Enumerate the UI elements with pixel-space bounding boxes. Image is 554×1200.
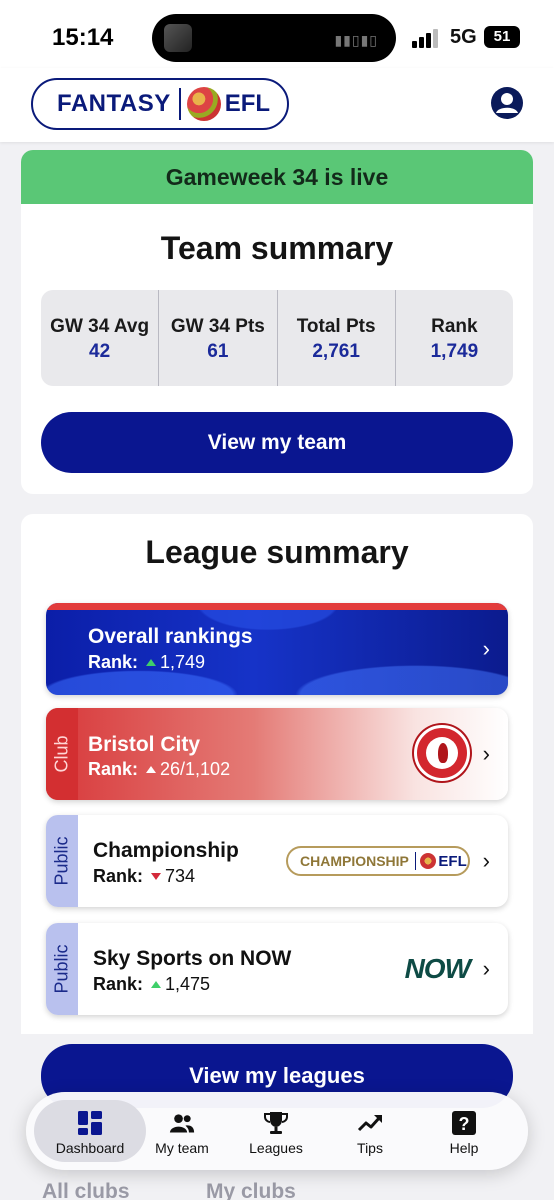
trophy-icon <box>264 1112 288 1134</box>
stat-label: Rank <box>431 316 478 337</box>
people-icon <box>169 1114 195 1133</box>
nav-help[interactable]: ? Help <box>418 1100 510 1162</box>
bottom-nav: Dashboard My team Leagues Tips ? Help <box>26 1092 528 1170</box>
league-name: Bristol City <box>88 733 201 756</box>
stat-rank: Rank 1,749 <box>396 290 513 386</box>
network-type: 5G <box>450 26 477 48</box>
app-header: FANTASY EFL <box>0 68 554 142</box>
league-summary-title: League summary <box>145 534 409 570</box>
league-row-championship[interactable]: Public Championship Rank: 734 CHAMPIONSHI… <box>46 815 508 907</box>
league-name: Championship <box>93 839 239 862</box>
league-tag: Public <box>46 815 78 907</box>
stat-total-pts: Total Pts 2,761 <box>278 290 396 386</box>
chevron-right-icon: › <box>482 848 490 873</box>
stat-gw-pts: GW 34 Pts 61 <box>159 290 278 386</box>
logo-divider <box>178 88 181 120</box>
rank-up-icon <box>146 766 157 773</box>
dashboard-icon <box>78 1111 102 1135</box>
svg-text:?: ? <box>459 1114 470 1134</box>
team-summary-card: Team summary GW 34 Avg 42 GW 34 Pts 61 T… <box>21 204 533 494</box>
stat-gw-avg: GW 34 Avg 42 <box>41 290 160 386</box>
league-rank: Rank: 1,749 <box>88 652 205 673</box>
league-banner-strip <box>46 603 508 610</box>
efl-ball-icon <box>420 853 437 869</box>
fantasy-efl-logo[interactable]: FANTASY EFL <box>31 78 289 130</box>
trend-icon <box>357 1115 382 1132</box>
efl-ball-icon <box>186 87 221 121</box>
audio-wave-icon: ▮▮▯▮▯ <box>334 32 378 48</box>
rank-value: 1,475 <box>165 974 211 994</box>
badge-text: CHAMPIONSHIP <box>300 853 409 869</box>
gameweek-live-banner: Gameweek 34 is live <box>21 150 533 204</box>
stat-value: 42 <box>89 341 111 362</box>
now-playing-thumbnail <box>164 24 192 52</box>
help-icon: ? <box>452 1111 476 1135</box>
league-name: Overall rankings <box>88 625 253 648</box>
rank-value: 734 <box>165 866 196 886</box>
stat-label: GW 34 Pts <box>170 316 265 337</box>
rank-label: Rank: <box>88 759 139 779</box>
rank-down-icon <box>151 873 162 880</box>
nav-label: Leagues <box>249 1140 303 1156</box>
chevron-right-icon: › <box>482 741 490 766</box>
nav-label: Help <box>449 1140 479 1156</box>
league-row-overall[interactable]: Overall rankings Rank: 1,749 › <box>46 603 508 695</box>
league-tag-label: Club <box>51 735 72 773</box>
nav-leagues[interactable]: Leagues <box>230 1100 322 1162</box>
logo-efl-text: EFL <box>224 90 271 117</box>
league-banner-pattern <box>46 603 508 695</box>
rank-up-icon <box>151 981 162 988</box>
league-row-sky-sports[interactable]: Public Sky Sports on NOW Rank: 1,475 NOW … <box>46 923 508 1015</box>
league-rank: Rank: 26/1,102 <box>88 759 230 780</box>
nav-label: Dashboard <box>55 1140 125 1156</box>
rank-label: Rank: <box>88 652 139 672</box>
view-my-team-button[interactable]: View my team <box>41 412 513 473</box>
championship-efl-logo: CHAMPIONSHIP EFL <box>286 846 470 876</box>
bristol-city-crest-icon <box>414 725 470 781</box>
rank-value: 1,749 <box>160 652 206 672</box>
league-row-bristol-city[interactable]: Club Bristol City Rank: 26/1,102 › <box>46 708 508 800</box>
nav-label: My team <box>155 1140 209 1156</box>
battery-icon: 51 <box>484 26 520 48</box>
rank-label: Rank: <box>93 866 144 886</box>
stat-label: Total Pts <box>296 316 376 337</box>
league-tag: Public <box>46 923 78 1015</box>
league-rank: Rank: 734 <box>93 866 195 887</box>
rank-value: 26/1,102 <box>160 759 231 779</box>
now-logo: NOW <box>404 953 471 984</box>
logo-fantasy-text: FANTASY <box>57 90 171 117</box>
league-summary-card: League summary Overall rankings Rank: 1,7… <box>21 514 533 1034</box>
chevron-right-icon: › <box>482 956 490 981</box>
chevron-right-icon: › <box>482 636 490 661</box>
nav-label: Tips <box>357 1140 383 1156</box>
stat-value: 1,749 <box>430 341 479 362</box>
my-clubs-toggle-label[interactable]: My clubs <box>206 1180 296 1200</box>
team-summary-title: Team summary <box>160 230 394 266</box>
status-bar: 15:14 ▮▮▯▮▯ 5G 51 <box>0 0 554 68</box>
badge-efl-text: EFL <box>438 852 467 870</box>
league-tag-label: Public <box>51 836 72 886</box>
rank-up-icon <box>146 659 157 666</box>
rank-label: Rank: <box>93 974 144 994</box>
nav-dashboard[interactable]: Dashboard <box>34 1100 146 1162</box>
league-tag-label: Public <box>51 944 72 994</box>
nav-my-team[interactable]: My team <box>136 1100 228 1162</box>
dynamic-island: ▮▮▯▮▯ <box>152 14 396 62</box>
profile-icon[interactable] <box>490 86 524 120</box>
nav-tips[interactable]: Tips <box>324 1100 416 1162</box>
stat-label: GW 34 Avg <box>50 316 150 337</box>
stat-value: 2,761 <box>312 341 360 362</box>
league-rank: Rank: 1,475 <box>93 974 210 995</box>
all-clubs-toggle-label[interactable]: All clubs <box>42 1180 130 1200</box>
status-time: 15:14 <box>52 24 114 51</box>
signal-icon <box>412 28 442 48</box>
stat-value: 61 <box>207 341 229 362</box>
league-name: Sky Sports on NOW <box>93 947 292 970</box>
league-tag: Club <box>46 708 78 800</box>
team-stats: GW 34 Avg 42 GW 34 Pts 61 Total Pts 2,76… <box>41 290 513 386</box>
